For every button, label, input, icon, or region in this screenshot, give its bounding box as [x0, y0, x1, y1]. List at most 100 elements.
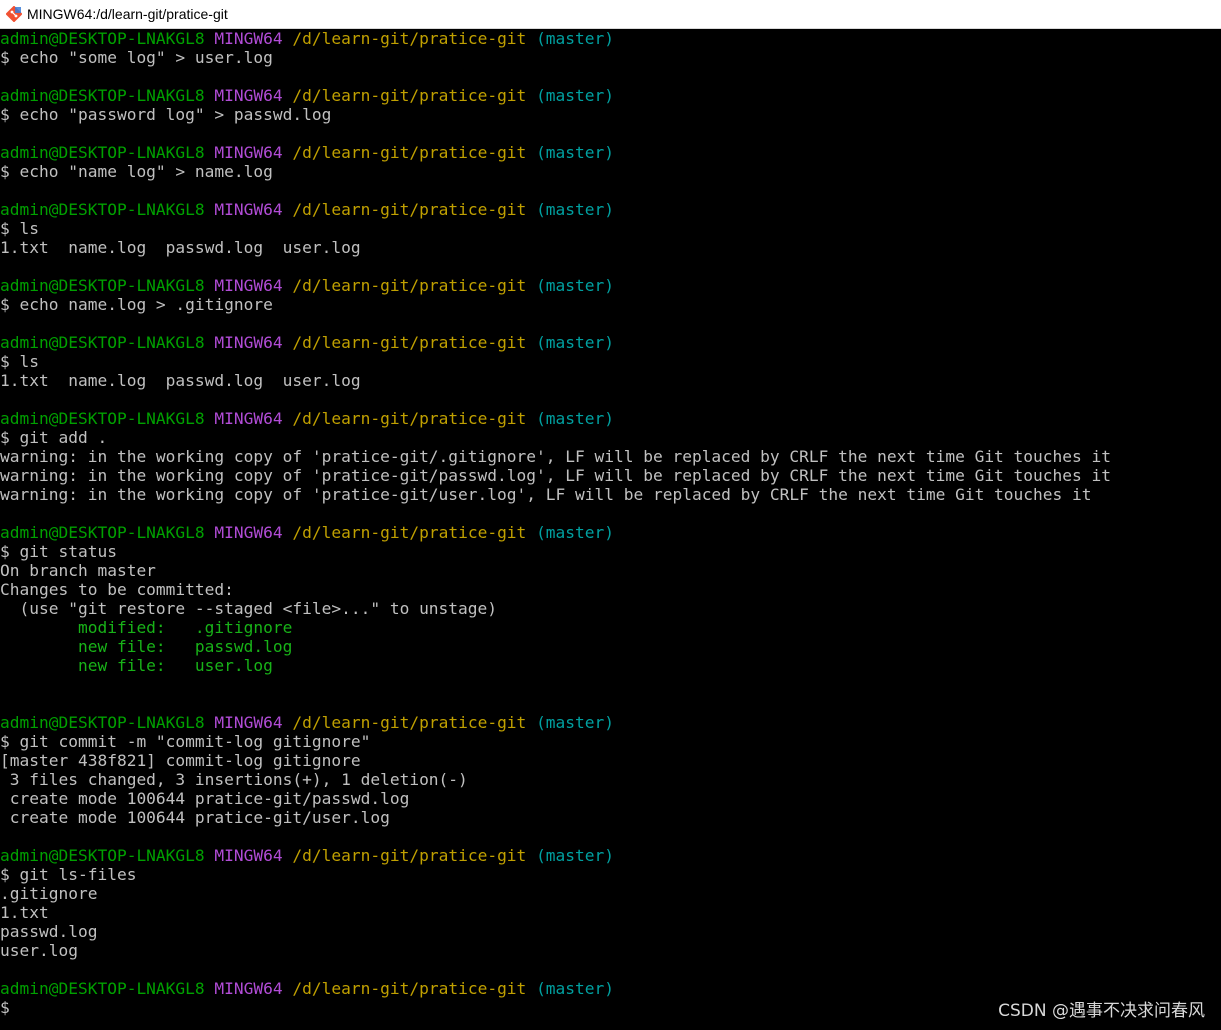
output-text: passwd.log — [0, 922, 98, 941]
output-line: Changes to be committed: — [0, 580, 1221, 599]
prompt-branch: (master) — [536, 200, 615, 219]
prompt-user: admin@DESKTOP-LNAKGL8 — [0, 29, 205, 48]
prompt-path: /d/learn-git/pratice-git — [292, 200, 527, 219]
prompt-line: admin@DESKTOP-LNAKGL8 MINGW64 /d/learn-g… — [0, 200, 1221, 219]
git-bash-icon — [6, 6, 22, 22]
output-line: user.log — [0, 941, 1221, 960]
title-bar[interactable]: MINGW64:/d/learn-git/pratice-git — [0, 0, 1221, 29]
prompt-user: admin@DESKTOP-LNAKGL8 — [0, 979, 205, 998]
prompt-path: /d/learn-git/pratice-git — [292, 523, 527, 542]
output-line: warning: in the working copy of 'pratice… — [0, 485, 1221, 504]
command-text: $ echo name.log > .gitignore — [0, 295, 273, 314]
prompt-branch: (master) — [536, 276, 615, 295]
text-cursor — [20, 999, 30, 1016]
staged-file-text: new file: user.log — [0, 656, 273, 675]
prompt-path: /d/learn-git/pratice-git — [292, 143, 527, 162]
prompt-system: MINGW64 — [214, 29, 283, 48]
output-line: 1.txt — [0, 903, 1221, 922]
output-text: 1.txt — [0, 903, 49, 922]
status-file-line: new file: passwd.log — [0, 637, 1221, 656]
prompt-user: admin@DESKTOP-LNAKGL8 — [0, 86, 205, 105]
terminal-output-area[interactable]: admin@DESKTOP-LNAKGL8 MINGW64 /d/learn-g… — [0, 29, 1221, 1030]
output-text: warning: in the working copy of 'pratice… — [0, 485, 1092, 504]
prompt-path: /d/learn-git/pratice-git — [292, 86, 527, 105]
prompt-path: /d/learn-git/pratice-git — [292, 846, 527, 865]
prompt-line: admin@DESKTOP-LNAKGL8 MINGW64 /d/learn-g… — [0, 86, 1221, 105]
command-line: $ echo "name log" > name.log — [0, 162, 1221, 181]
prompt-path: /d/learn-git/pratice-git — [292, 333, 527, 352]
prompt-line: admin@DESKTOP-LNAKGL8 MINGW64 /d/learn-g… — [0, 143, 1221, 162]
prompt-branch: (master) — [536, 409, 615, 428]
prompt-branch: (master) — [536, 333, 615, 352]
output-line: warning: in the working copy of 'pratice… — [0, 447, 1221, 466]
output-line: [master 438f821] commit-log gitignore — [0, 751, 1221, 770]
prompt-path: /d/learn-git/pratice-git — [292, 29, 527, 48]
prompt-line: admin@DESKTOP-LNAKGL8 MINGW64 /d/learn-g… — [0, 276, 1221, 295]
prompt-line: admin@DESKTOP-LNAKGL8 MINGW64 /d/learn-g… — [0, 409, 1221, 428]
prompt-system: MINGW64 — [214, 713, 283, 732]
output-line: passwd.log — [0, 922, 1221, 941]
terminal-window: MINGW64:/d/learn-git/pratice-git admin@D… — [0, 0, 1221, 1030]
prompt-path: /d/learn-git/pratice-git — [292, 713, 527, 732]
window-title: MINGW64:/d/learn-git/pratice-git — [27, 6, 228, 22]
prompt-branch: (master) — [536, 846, 615, 865]
command-text: $ — [0, 998, 10, 1017]
prompt-system: MINGW64 — [214, 276, 283, 295]
prompt-user: admin@DESKTOP-LNAKGL8 — [0, 143, 205, 162]
prompt-user: admin@DESKTOP-LNAKGL8 — [0, 276, 205, 295]
prompt-branch: (master) — [536, 29, 615, 48]
csdn-watermark: CSDN @遇事不决求问春风 — [998, 1001, 1205, 1021]
command-text: $ ls — [0, 352, 39, 371]
prompt-user: admin@DESKTOP-LNAKGL8 — [0, 713, 205, 732]
prompt-branch: (master) — [536, 979, 615, 998]
command-text: $ git ls-files — [0, 865, 137, 884]
command-text: $ ls — [0, 219, 39, 238]
command-text: $ git commit -m "commit-log gitignore" — [0, 732, 371, 751]
prompt-line: admin@DESKTOP-LNAKGL8 MINGW64 /d/learn-g… — [0, 29, 1221, 48]
prompt-system: MINGW64 — [214, 86, 283, 105]
output-text: Changes to be committed: — [0, 580, 234, 599]
output-text: user.log — [0, 941, 78, 960]
command-text: $ echo "some log" > user.log — [0, 48, 273, 67]
prompt-branch: (master) — [536, 713, 615, 732]
prompt-line: admin@DESKTOP-LNAKGL8 MINGW64 /d/learn-g… — [0, 713, 1221, 732]
prompt-system: MINGW64 — [214, 523, 283, 542]
output-text: [master 438f821] commit-log gitignore — [0, 751, 361, 770]
status-file-line: modified: .gitignore — [0, 618, 1221, 637]
command-line: $ git ls-files — [0, 865, 1221, 884]
command-line: $ echo name.log > .gitignore — [0, 295, 1221, 314]
prompt-user: admin@DESKTOP-LNAKGL8 — [0, 523, 205, 542]
command-line: $ echo "some log" > user.log — [0, 48, 1221, 67]
prompt-line: admin@DESKTOP-LNAKGL8 MINGW64 /d/learn-g… — [0, 979, 1221, 998]
prompt-user: admin@DESKTOP-LNAKGL8 — [0, 409, 205, 428]
output-line: create mode 100644 pratice-git/user.log — [0, 808, 1221, 827]
output-text: create mode 100644 pratice-git/user.log — [0, 808, 390, 827]
output-line: 3 files changed, 3 insertions(+), 1 dele… — [0, 770, 1221, 789]
command-line: $ ls — [0, 352, 1221, 371]
staged-file-text: modified: .gitignore — [0, 618, 293, 637]
prompt-path: /d/learn-git/pratice-git — [292, 409, 527, 428]
command-text: $ git add . — [0, 428, 108, 447]
command-line: $ git status — [0, 542, 1221, 561]
prompt-system: MINGW64 — [214, 143, 283, 162]
staged-file-text: new file: passwd.log — [0, 637, 293, 656]
prompt-user: admin@DESKTOP-LNAKGL8 — [0, 846, 205, 865]
output-text: 1.txt name.log passwd.log user.log — [0, 238, 361, 257]
prompt-branch: (master) — [536, 523, 615, 542]
prompt-user: admin@DESKTOP-LNAKGL8 — [0, 333, 205, 352]
output-text: On branch master — [0, 561, 156, 580]
prompt-path: /d/learn-git/pratice-git — [292, 276, 527, 295]
command-text: $ echo "name log" > name.log — [0, 162, 273, 181]
command-line: $ echo "password log" > passwd.log — [0, 105, 1221, 124]
output-text: 3 files changed, 3 insertions(+), 1 dele… — [0, 770, 468, 789]
